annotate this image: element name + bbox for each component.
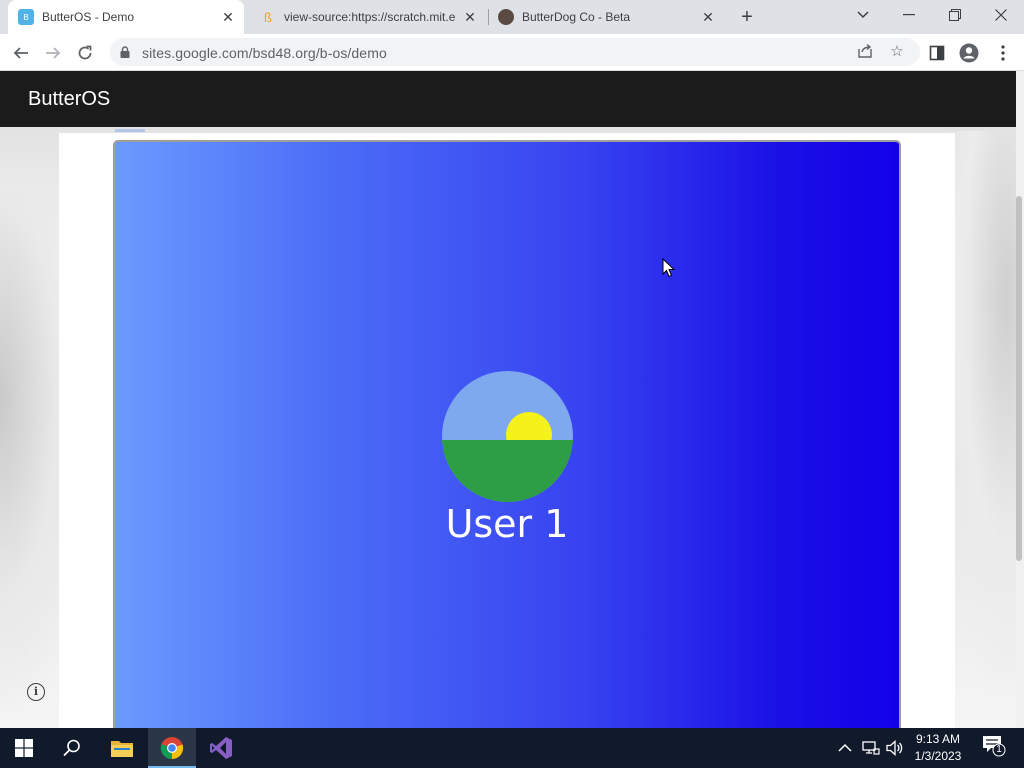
tab-search-chevron-icon[interactable] [840,0,886,30]
back-arrow-icon[interactable] [8,40,34,66]
new-tab-icon[interactable]: + [736,6,758,28]
share-icon[interactable] [856,43,874,61]
butterdog-favicon-icon [498,9,514,25]
profile-avatar-icon[interactable] [956,40,982,66]
close-window-icon[interactable] [978,0,1024,30]
restore-icon[interactable] [932,0,978,30]
content-strip [115,129,145,132]
close-tab-icon[interactable]: ✕ [462,9,478,25]
url-text: sites.google.com/bsd48.org/b-os/demo [142,45,387,61]
windows-start-icon[interactable] [0,728,48,768]
ground-shape [442,440,573,502]
reload-icon[interactable] [72,40,98,66]
chrome-icon[interactable] [148,728,196,768]
mouse-cursor-icon [662,258,676,278]
tab-title: ButterDog Co - Beta [522,10,631,24]
search-icon[interactable] [48,728,96,768]
visual-studio-icon[interactable] [197,728,245,768]
site-title[interactable]: ButterOS [28,88,110,111]
forward-arrow-icon[interactable] [40,40,66,66]
browser-tab-bar: B ButterOS - Demo ✕ ß view-source:https:… [0,0,1024,34]
clock-date: 1/3/2023 [914,749,962,763]
tab-butteros-demo[interactable]: B ButterOS - Demo ✕ [8,0,244,34]
action-center-icon[interactable]: 1 [982,736,1006,757]
username-label[interactable]: User 1 [115,502,899,546]
taskbar-clock[interactable]: 9:13 AM 1/3/2023 [906,731,970,765]
user-avatar[interactable] [442,371,573,502]
more-menu-icon[interactable] [990,40,1016,66]
file-explorer-icon[interactable] [98,728,146,768]
browser-toolbar: sites.google.com/bsd48.org/b-os/demo ☆ [0,34,1024,71]
info-icon[interactable]: i [27,683,45,701]
tab-title: ButterOS - Demo [42,10,135,24]
page-scrollbar[interactable] [1016,71,1024,728]
side-panel-icon[interactable] [924,40,950,66]
scrollbar-thumb[interactable] [1016,196,1022,561]
web-page: ButterOS User 1 i [0,71,1024,728]
clock-time: 9:13 AM [915,732,961,746]
butteros-login-screen[interactable]: User 1 [113,140,901,728]
tab-butterdog-co[interactable]: ButterDog Co - Beta ✕ [488,0,724,34]
minimize-icon[interactable] [886,0,932,30]
network-icon[interactable] [862,738,880,758]
scratch-favicon-icon: ß [264,9,272,25]
volume-icon[interactable] [886,738,904,758]
lock-icon[interactable] [120,46,130,58]
butteros-favicon-icon: B [18,9,34,25]
tab-view-source[interactable]: ß view-source:https://scratch.mit.e ✕ [250,0,486,34]
show-hidden-icons-icon[interactable] [838,738,852,758]
site-header: ButterOS [0,71,1016,127]
address-bar[interactable]: sites.google.com/bsd48.org/b-os/demo ☆ [110,38,920,66]
windows-taskbar: 9:13 AM 1/3/2023 1 [0,728,1024,768]
bookmark-star-icon[interactable]: ☆ [888,43,906,61]
tab-title: view-source:https://scratch.mit.e [284,10,456,24]
notification-count: 1 [996,744,1002,755]
close-tab-icon[interactable]: ✕ [700,9,716,25]
close-tab-icon[interactable]: ✕ [220,9,236,25]
